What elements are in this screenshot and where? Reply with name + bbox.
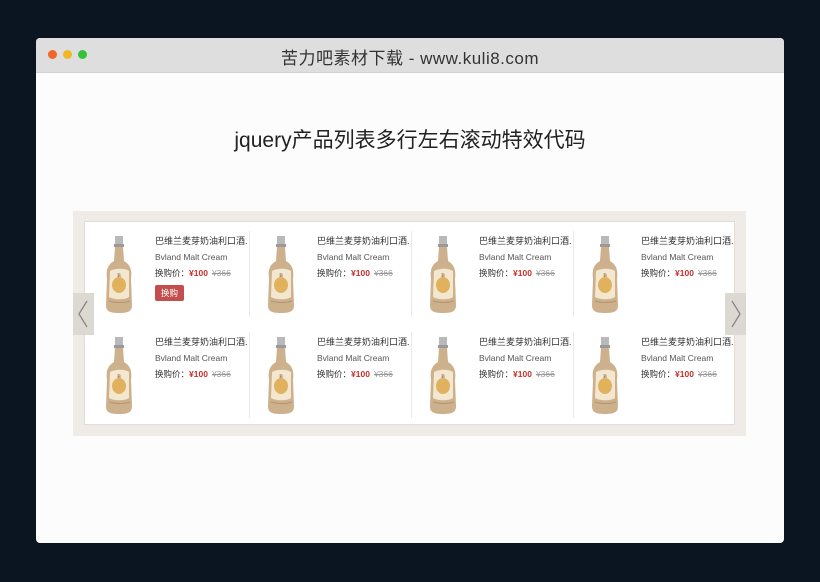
product-name-en: Bvland Malt Cream [641,353,714,363]
product-info: 巴维兰麦芽奶油利口酒... Bvland Malt Cream 换购价：¥100… [317,336,409,380]
product-info: 巴维兰麦芽奶油利口酒... Bvland Malt Cream 换购价：¥100… [317,235,409,279]
original-price: ¥366 [211,369,231,379]
product-price: 换购价：¥100 ¥366 [641,369,733,380]
product-name-en: Bvland Malt Cream [155,252,228,262]
svg-text:B: B [603,374,607,380]
product-card[interactable]: B 巴维兰麦芽奶油利口酒... Bvland Malt Cream 换购价：¥1… [413,231,574,317]
price-label: 换购价： [317,369,352,379]
page-title: jquery产品列表多行左右滚动特效代码 [234,129,586,152]
price-label: 换购价： [479,268,514,278]
svg-text:B: B [279,273,283,279]
product-price: 换购价：¥100 ¥366 [155,268,247,279]
product-card[interactable]: B 巴维兰麦芽奶油利口酒... Bvland Malt Cream 换购价：¥1… [413,332,574,418]
product-image[interactable]: B [587,235,623,320]
product-slider-viewport: B 巴维兰麦芽奶油利口酒... Bvland Malt Cream 换购价：¥1… [84,221,735,425]
price-label: 换购价： [317,268,352,278]
product-price: 换购价：¥100 ¥366 [317,268,409,279]
svg-text:B: B [117,374,121,380]
current-price: ¥100 [513,268,532,278]
original-price: ¥366 [535,268,555,278]
original-price: ¥366 [373,369,393,379]
current-price: ¥100 [351,268,370,278]
svg-text:B: B [117,273,121,279]
product-image[interactable]: B [101,336,137,421]
product-image[interactable]: B [263,336,299,421]
browser-window: 苦力吧素材下载 - www.kuli8.com jquery产品列表多行左右滚动… [36,38,784,543]
slider-next-button[interactable] [725,293,746,335]
product-image[interactable]: B [587,336,623,421]
original-price: ¥366 [373,268,393,278]
current-price: ¥100 [189,369,208,379]
product-name-en: Bvland Malt Cream [479,353,552,363]
product-name-en: Bvland Malt Cream [641,252,714,262]
liqueur-bottle-image: B [430,337,456,414]
window-titlebar: 苦力吧素材下载 - www.kuli8.com [36,38,784,73]
original-price: ¥366 [697,369,717,379]
product-card[interactable]: B 巴维兰麦芽奶油利口酒... Bvland Malt Cream 换购价：¥1… [251,231,412,317]
product-price: 换购价：¥100 ¥366 [479,268,571,279]
product-name-en: Bvland Malt Cream [317,252,390,262]
liqueur-bottle-image: B [430,236,456,313]
product-price: 换购价：¥100 ¥366 [479,369,571,380]
product-name[interactable]: 巴维兰麦芽奶油利口酒... [317,235,409,247]
product-slider: B 巴维兰麦芽奶油利口酒... Bvland Malt Cream 换购价：¥1… [73,211,746,436]
product-image[interactable]: B [263,235,299,320]
product-info: 巴维兰麦芽奶油利口酒... Bvland Malt Cream 换购价：¥100… [641,336,733,380]
price-label: 换购价： [641,369,676,379]
product-name[interactable]: 巴维兰麦芽奶油利口酒... [641,235,733,247]
current-price: ¥100 [675,268,694,278]
product-name[interactable]: 巴维兰麦芽奶油利口酒... [641,336,733,348]
price-label: 换购价： [479,369,514,379]
product-info: 巴维兰麦芽奶油利口酒... Bvland Malt Cream 换购价：¥100… [479,235,571,279]
liqueur-bottle-image: B [592,236,618,313]
svg-text:B: B [441,374,445,380]
product-card[interactable]: B 巴维兰麦芽奶油利口酒... Bvland Malt Cream 换购价：¥1… [89,231,250,317]
price-label: 换购价： [641,268,676,278]
product-name-en: Bvland Malt Cream [479,252,552,262]
current-price: ¥100 [351,369,370,379]
product-name[interactable]: 巴维兰麦芽奶油利口酒... [155,235,247,247]
product-price: 换购价：¥100 ¥366 [317,369,409,380]
product-name[interactable]: 巴维兰麦芽奶油利口酒... [479,235,571,247]
liqueur-bottle-image: B [106,337,132,414]
buy-button[interactable]: 换购 [155,285,185,301]
product-card[interactable]: B 巴维兰麦芽奶油利口酒... Bvland Malt Cream 换购价：¥1… [575,231,735,317]
window-title: 苦力吧素材下载 - www.kuli8.com [280,49,540,68]
chevron-right-icon [731,300,741,328]
product-card[interactable]: B 巴维兰麦芽奶油利口酒... Bvland Malt Cream 换购价：¥1… [89,332,250,418]
product-name[interactable]: 巴维兰麦芽奶油利口酒... [479,336,571,348]
price-label: 换购价： [155,268,190,278]
original-price: ¥366 [697,268,717,278]
svg-text:B: B [603,273,607,279]
price-label: 换购价： [155,369,190,379]
product-card[interactable]: B 巴维兰麦芽奶油利口酒... Bvland Malt Cream 换购价：¥1… [251,332,412,418]
chevron-left-icon [78,300,88,328]
product-image[interactable]: B [425,235,461,320]
current-price: ¥100 [513,369,532,379]
svg-text:B: B [279,374,283,380]
liqueur-bottle-image: B [268,337,294,414]
product-info: 巴维兰麦芽奶油利口酒... Bvland Malt Cream 换购价：¥100… [641,235,733,279]
liqueur-bottle-image: B [106,236,132,313]
product-name-en: Bvland Malt Cream [317,353,390,363]
original-price: ¥366 [535,369,555,379]
product-image[interactable]: B [425,336,461,421]
liqueur-bottle-image: B [592,337,618,414]
product-card[interactable]: B 巴维兰麦芽奶油利口酒... Bvland Malt Cream 换购价：¥1… [575,332,735,418]
liqueur-bottle-image: B [268,236,294,313]
product-name[interactable]: 巴维兰麦芽奶油利口酒... [317,336,409,348]
original-price: ¥366 [211,268,231,278]
product-name[interactable]: 巴维兰麦芽奶油利口酒... [155,336,247,348]
product-image[interactable]: B [101,235,137,320]
current-price: ¥100 [675,369,694,379]
product-info: 巴维兰麦芽奶油利口酒... Bvland Malt Cream 换购价：¥100… [479,336,571,380]
product-name-en: Bvland Malt Cream [155,353,228,363]
product-info: 巴维兰麦芽奶油利口酒... Bvland Malt Cream 换购价：¥100… [155,235,247,301]
product-price: 换购价：¥100 ¥366 [155,369,247,380]
product-price: 换购价：¥100 ¥366 [641,268,733,279]
svg-text:B: B [441,273,445,279]
slider-prev-button[interactable] [73,293,94,335]
product-info: 巴维兰麦芽奶油利口酒... Bvland Malt Cream 换购价：¥100… [155,336,247,380]
current-price: ¥100 [189,268,208,278]
